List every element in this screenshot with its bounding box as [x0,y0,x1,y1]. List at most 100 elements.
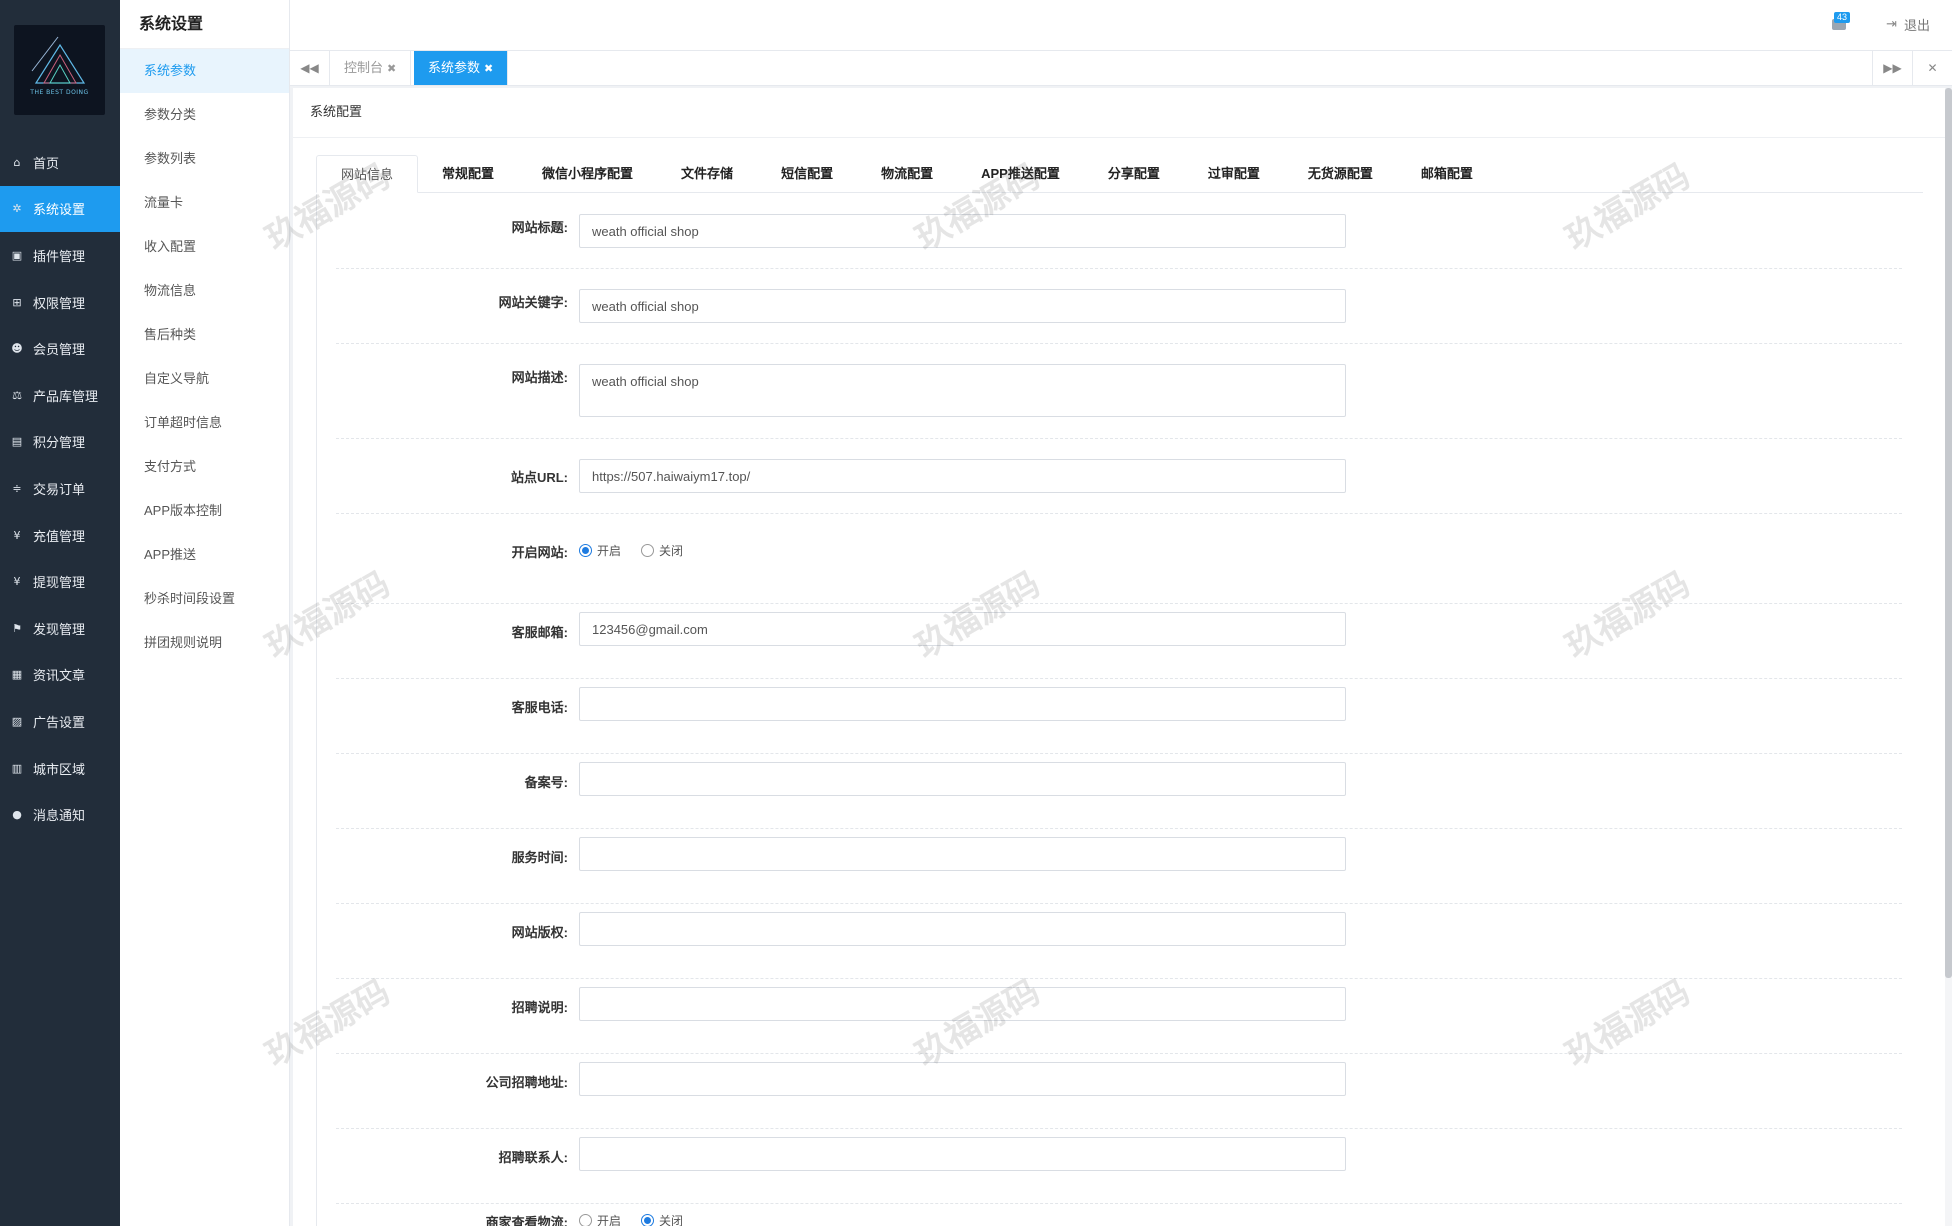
logout-button[interactable]: ⇥ 退出 [1886,15,1930,34]
form-row-service-phone: 客服电话: [336,679,1902,754]
sidebar-item[interactable]: ▣ 插件管理 [0,232,120,279]
config-tab[interactable]: 过审配置 [1184,155,1284,193]
icp-number-input[interactable] [579,762,1346,796]
config-tab[interactable]: 短信配置 [757,155,857,193]
recruit-desc-label: 招聘说明: [511,1000,568,1015]
sidebar-item[interactable]: ⚑ 发现管理 [0,605,120,652]
sidebar-item[interactable]: ▦ 资讯文章 [0,652,120,699]
config-tab[interactable]: 无货源配置 [1284,155,1397,193]
sidebar-item-label: 系统设置 [33,202,86,218]
sidebar-item[interactable]: ¥ 提现管理 [0,558,120,605]
sidebar-item[interactable]: ▥ 城市区域 [0,745,120,792]
sidebar-item[interactable]: ⌂ 首页 [0,139,120,186]
form-row-service-email: 客服邮箱: [336,604,1902,679]
merchant-logistics-on-radio[interactable]: 开启 [579,1212,621,1226]
sidebar-item[interactable]: ⊞ 权限管理 [0,279,120,326]
site-description-label: 网站描述: [511,370,568,385]
page-tab-dashboard[interactable]: 控制台 ✖ [330,51,412,85]
site-description-textarea[interactable]: weath official shop [579,364,1346,417]
service-phone-input[interactable] [579,687,1346,721]
users-icon: ☻ [11,342,23,356]
form-row-site-keywords: 网站关键字: [336,269,1902,344]
site-url-label: 站点URL: [510,470,568,485]
service-hours-input[interactable] [579,837,1346,871]
merchant-logistics-off-radio[interactable]: 关闭 [641,1212,683,1226]
submenu-item[interactable]: 系统参数 [120,49,289,93]
sidebar-item[interactable]: ▨ 广告设置 [0,698,120,745]
sidebar-item[interactable]: ● 消息通知 [0,791,120,838]
close-all-tabs-button[interactable]: ✕ [1912,51,1952,85]
sidebar-item[interactable]: ¥ 充值管理 [0,512,120,559]
config-tab[interactable]: 物流配置 [857,155,957,193]
sidebar-item[interactable]: ≑ 交易订单 [0,465,120,512]
submenu-item[interactable]: 流量卡 [120,181,289,225]
copyright-label: 网站版权: [511,925,568,940]
close-icon[interactable]: ✖ [387,62,396,75]
page-scrollbar-thumb[interactable] [1945,88,1952,978]
content-panel: 系统配置 网站信息 常规配置 微信小程序配置 文件存储 短信配置 物流配置 APP推送配置分… [293,88,1945,1226]
close-icon[interactable]: ✖ [484,62,493,75]
service-phone-label: 客服电话: [511,700,568,715]
config-tab[interactable]: APP推送配置 [957,155,1084,193]
site-info-form: 网站标题: 网站关键字: 网站描述: weath official shop 站… [316,194,1942,1226]
submenu-item[interactable]: 订单超时信息 [120,401,289,445]
logout-label: 退出 [1903,18,1930,33]
config-tab[interactable]: 分享配置 [1084,155,1184,193]
submenu-item[interactable]: 收入配置 [120,225,289,269]
submenu-item[interactable]: 拼团规则说明 [120,621,289,665]
config-tab[interactable]: 网站信息 [316,155,419,193]
double-right-icon: ▶▶ [1883,61,1902,75]
service-hours-label: 服务时间: [511,850,568,865]
service-email-input[interactable] [579,612,1346,646]
site-url-input[interactable] [579,459,1346,493]
sidebar-item-label: 提现管理 [33,575,86,591]
submenu-item[interactable]: APP版本控制 [120,489,289,533]
submenu-item[interactable]: 物流信息 [120,269,289,313]
submenu-item[interactable]: 售后种类 [120,313,289,357]
form-row-copyright: 网站版权: [336,904,1902,979]
recruit-desc-input[interactable] [579,987,1346,1021]
submenu-item[interactable]: 参数分类 [120,93,289,137]
page-tab-label: 系统参数 [428,60,481,75]
site-open-off-radio[interactable]: 关闭 [641,542,683,559]
config-tab[interactable]: 常规配置 [418,155,518,193]
form-row-recruit-desc: 招聘说明: [336,979,1902,1054]
sidebar-item[interactable]: ▤ 积分管理 [0,419,120,466]
newspaper-icon: ▦ [11,668,23,682]
form-row-site-title: 网站标题: [336,194,1902,269]
submenu-item[interactable]: 秒杀时间段设置 [120,577,289,621]
site-open-on-radio[interactable]: 开启 [579,542,621,559]
radio-label: 开启 [597,544,622,558]
submenu-item[interactable]: 参数列表 [120,137,289,181]
merchant-logistics-label: 商家查看物流: [485,1215,568,1226]
config-tab[interactable]: 微信小程序配置 [518,155,657,193]
copyright-input[interactable] [579,912,1346,946]
message-button[interactable]: 43 [1832,12,1851,30]
site-open-radio-group: 开启 关闭 [579,542,703,559]
site-open-label: 开启网站: [511,545,568,560]
recruit-contact-input[interactable] [579,1137,1346,1171]
config-tab[interactable]: 邮箱配置 [1397,155,1497,193]
submenu-title: 系统设置 [120,0,289,49]
sidebar-item-label: 广告设置 [33,714,86,730]
tabs-scroll-left-button[interactable]: ◀◀ [290,51,330,85]
sub-menu: 系统设置 系统参数 参数分类 参数列表 流量卡 收入配置 物流信息 售后种类 自定义导航 订单超… [120,0,290,1226]
site-title-label: 网站标题: [511,220,568,235]
page-tab-system-params[interactable]: 系统参数 ✖ [414,51,509,85]
submenu-item[interactable]: APP推送 [120,533,289,577]
site-title-input[interactable] [579,214,1346,248]
logo-text: THE BEST DOING [30,89,89,96]
logo[interactable]: THE BEST DOING [14,25,105,115]
sidebar-item[interactable]: ✲ 系统设置 [0,185,120,233]
form-row-site-description: 网站描述: weath official shop [336,344,1902,439]
recruit-address-input[interactable] [579,1062,1346,1096]
site-keywords-input[interactable] [579,289,1346,323]
recruit-address-label: 公司招聘地址: [485,1075,568,1090]
submenu-item[interactable]: 支付方式 [120,445,289,489]
sidebar-item[interactable]: ☻ 会员管理 [0,325,120,372]
sidebar-item[interactable]: ⚖ 产品库管理 [0,372,120,419]
config-tab[interactable]: 文件存储 [657,155,757,193]
submenu-item[interactable]: 自定义导航 [120,357,289,401]
recruit-contact-label: 招聘联系人: [498,1150,568,1165]
tabs-scroll-right-button[interactable]: ▶▶ [1872,51,1912,85]
